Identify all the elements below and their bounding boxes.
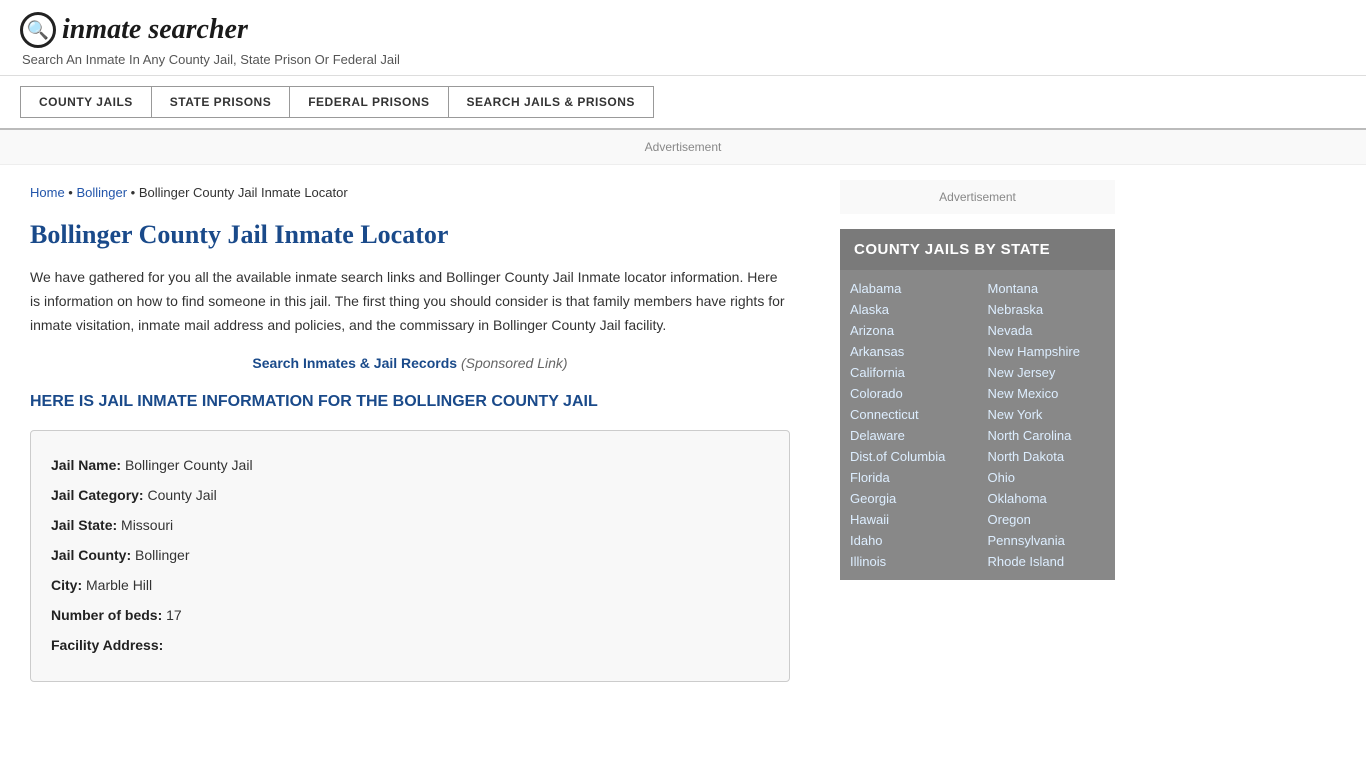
state-link[interactable]: Alabama xyxy=(850,278,968,299)
state-link[interactable]: New Hampshire xyxy=(988,341,1106,362)
state-link[interactable]: Nebraska xyxy=(988,299,1106,320)
main-layout: Home • Bollinger • Bollinger County Jail… xyxy=(0,165,1366,702)
state-link[interactable]: Ohio xyxy=(988,467,1106,488)
state-link[interactable]: Oregon xyxy=(988,509,1106,530)
state-link[interactable]: Illinois xyxy=(850,551,968,572)
state-link[interactable]: Hawaii xyxy=(850,509,968,530)
jail-county-row: Jail County: Bollinger xyxy=(51,541,769,569)
nav-county-jails[interactable]: COUNTY JAILS xyxy=(20,86,151,118)
state-link[interactable]: New Jersey xyxy=(988,362,1106,383)
jail-category-value: County Jail xyxy=(147,487,216,503)
page-title: Bollinger County Jail Inmate Locator xyxy=(30,220,790,250)
jail-state-value: Missouri xyxy=(121,517,173,533)
jail-name-value: Bollinger County Jail xyxy=(125,457,253,473)
jail-name-row: Jail Name: Bollinger County Jail xyxy=(51,451,769,479)
jail-address-label: Facility Address: xyxy=(51,637,163,653)
logo-text: inmate searcher xyxy=(62,14,248,46)
page-description: We have gathered for you all the availab… xyxy=(30,266,790,337)
jail-info-box: Jail Name: Bollinger County Jail Jail Ca… xyxy=(30,430,790,682)
ad-banner-top: Advertisement xyxy=(0,130,1366,165)
state-link[interactable]: New Mexico xyxy=(988,383,1106,404)
jail-beds-label: Number of beds: xyxy=(51,607,162,623)
state-link[interactable]: New York xyxy=(988,404,1106,425)
state-link[interactable]: North Dakota xyxy=(988,446,1106,467)
state-link[interactable]: Arkansas xyxy=(850,341,968,362)
state-link[interactable]: Oklahoma xyxy=(988,488,1106,509)
jail-state-label: Jail State: xyxy=(51,517,117,533)
main-content: Home • Bollinger • Bollinger County Jail… xyxy=(0,165,820,702)
sidebar: Advertisement COUNTY JAILS BY STATE Alab… xyxy=(820,165,1130,702)
breadcrumb-parent[interactable]: Bollinger xyxy=(76,185,127,200)
nav-state-prisons[interactable]: STATE PRISONS xyxy=(151,86,289,118)
jail-city-value: Marble Hill xyxy=(86,577,152,593)
logo-icon: 🔍 xyxy=(20,12,56,48)
site-header: 🔍 inmate searcher Search An Inmate In An… xyxy=(0,0,1366,76)
state-col-right: MontanaNebraskaNevadaNew HampshireNew Je… xyxy=(978,278,1116,572)
breadcrumb: Home • Bollinger • Bollinger County Jail… xyxy=(30,185,790,200)
logo-brand: inmate searcher xyxy=(62,14,248,45)
state-link[interactable]: Florida xyxy=(850,467,968,488)
state-link[interactable]: Idaho xyxy=(850,530,968,551)
jail-city-label: City: xyxy=(51,577,82,593)
nav-search-jails[interactable]: SEARCH JAILS & PRISONS xyxy=(448,86,654,118)
breadcrumb-home[interactable]: Home xyxy=(30,185,65,200)
breadcrumb-current: Bollinger County Jail Inmate Locator xyxy=(139,185,348,200)
state-link[interactable]: Pennsylvania xyxy=(988,530,1106,551)
state-link[interactable]: Georgia xyxy=(850,488,968,509)
state-link[interactable]: Nevada xyxy=(988,320,1106,341)
jail-beds-value: 17 xyxy=(166,607,182,623)
section-subheading: HERE IS JAIL INMATE INFORMATION FOR THE … xyxy=(30,391,790,413)
state-box: COUNTY JAILS BY STATE AlabamaAlaskaArizo… xyxy=(840,229,1115,580)
state-link[interactable]: Montana xyxy=(988,278,1106,299)
state-col-left: AlabamaAlaskaArizonaArkansasCaliforniaCo… xyxy=(840,278,978,572)
state-link[interactable]: Connecticut xyxy=(850,404,968,425)
state-link[interactable]: Dist.of Columbia xyxy=(850,446,968,467)
state-link[interactable]: North Carolina xyxy=(988,425,1106,446)
nav-federal-prisons[interactable]: FEDERAL PRISONS xyxy=(289,86,447,118)
sponsored-link-container: Search Inmates & Jail Records (Sponsored… xyxy=(30,355,790,371)
jail-category-row: Jail Category: County Jail xyxy=(51,481,769,509)
main-nav: COUNTY JAILS STATE PRISONS FEDERAL PRISO… xyxy=(0,76,1366,130)
state-link[interactable]: Colorado xyxy=(850,383,968,404)
state-link[interactable]: California xyxy=(850,362,968,383)
state-link[interactable]: Arizona xyxy=(850,320,968,341)
sidebar-ad: Advertisement xyxy=(840,180,1115,214)
site-tagline: Search An Inmate In Any County Jail, Sta… xyxy=(22,52,1346,67)
jail-category-label: Jail Category: xyxy=(51,487,144,503)
jail-county-value: Bollinger xyxy=(135,547,189,563)
jail-county-label: Jail County: xyxy=(51,547,131,563)
logo-area: 🔍 inmate searcher xyxy=(20,12,1346,48)
sponsored-label: (Sponsored Link) xyxy=(461,355,568,371)
sponsored-link[interactable]: Search Inmates & Jail Records xyxy=(252,355,457,371)
state-link[interactable]: Rhode Island xyxy=(988,551,1106,572)
state-box-header: COUNTY JAILS BY STATE xyxy=(840,229,1115,270)
jail-state-row: Jail State: Missouri xyxy=(51,511,769,539)
state-list: AlabamaAlaskaArizonaArkansasCaliforniaCo… xyxy=(840,270,1115,580)
state-link[interactable]: Delaware xyxy=(850,425,968,446)
jail-address-row: Facility Address: xyxy=(51,631,769,659)
state-link[interactable]: Alaska xyxy=(850,299,968,320)
jail-name-label: Jail Name: xyxy=(51,457,121,473)
state-box-title: COUNTY JAILS BY STATE xyxy=(854,241,1101,258)
jail-beds-row: Number of beds: 17 xyxy=(51,601,769,629)
jail-city-row: City: Marble Hill xyxy=(51,571,769,599)
